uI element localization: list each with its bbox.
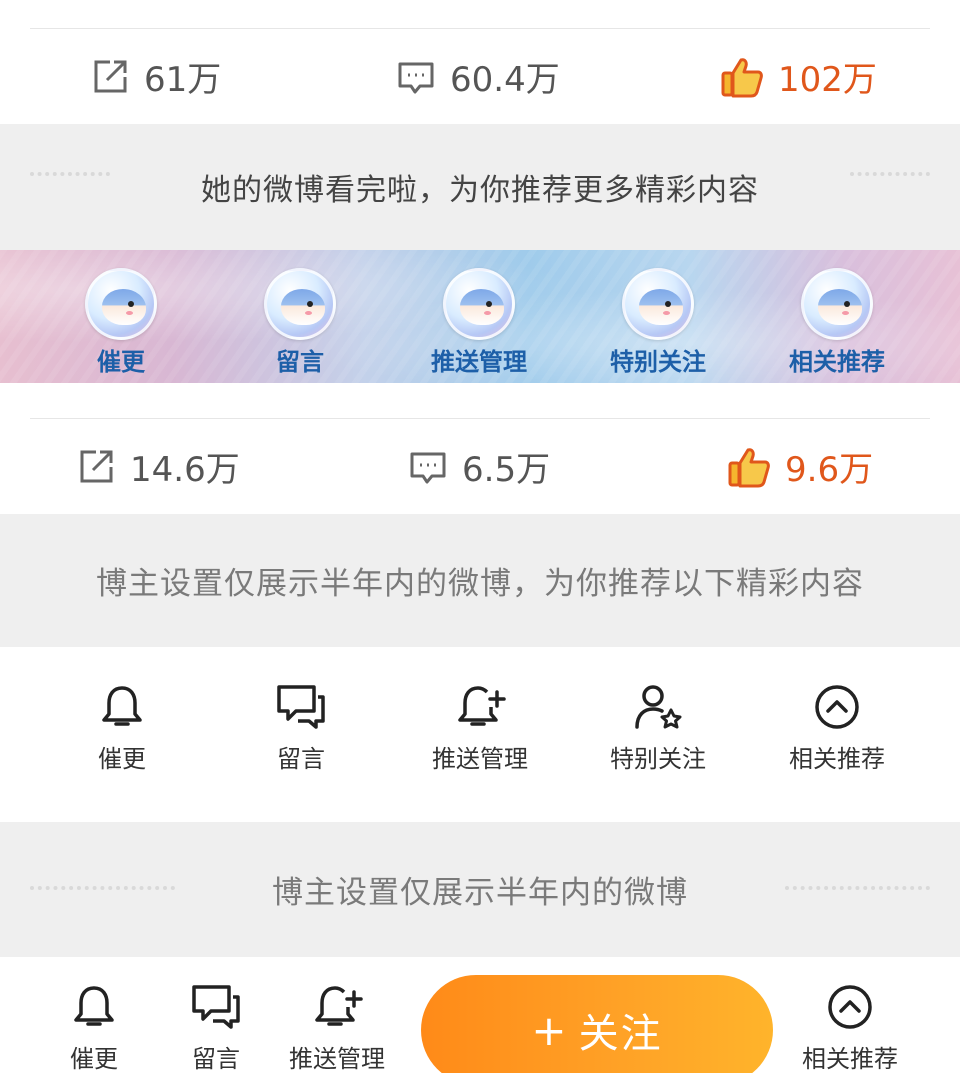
fish-avatar-icon <box>801 268 873 340</box>
themed-urge-button[interactable]: 催更 <box>46 268 196 377</box>
bell-plus-icon <box>315 986 363 1026</box>
repost-icon <box>80 450 113 482</box>
themed-message-button[interactable]: 留言 <box>225 268 375 377</box>
like-button[interactable]: 9.6万 <box>727 419 873 514</box>
urge-button[interactable]: 催更 <box>42 683 202 774</box>
special-follow-button[interactable]: 特别关注 <box>578 683 738 774</box>
plus-icon: + <box>531 1005 569 1055</box>
like-count: 102万 <box>778 60 877 100</box>
fish-avatar-icon <box>622 268 694 340</box>
comment-button[interactable]: 6.5万 <box>408 419 550 514</box>
message-button[interactable]: 留言 <box>221 683 381 774</box>
chat-bubbles-icon <box>277 685 325 729</box>
repost-icon <box>94 60 127 92</box>
themed-label: 留言 <box>276 348 324 376</box>
left-dots <box>30 886 175 890</box>
follow-label: 关注 <box>578 1011 663 1057</box>
themed-push-button[interactable]: 推送管理 <box>404 268 554 377</box>
related-recommend-label: 相关推荐 <box>789 745 885 773</box>
message-label: 留言 <box>277 745 325 773</box>
comment-count: 60.4万 <box>450 60 560 100</box>
follow-button[interactable]: + 关注 <box>421 975 773 1073</box>
bottom-related-label: 相关推荐 <box>802 1045 898 1073</box>
half-year-notice-text: 博主设置仅展示半年内的微博 <box>272 875 688 911</box>
like-button[interactable]: 102万 <box>720 29 877 124</box>
comment-count: 6.5万 <box>462 450 551 490</box>
thumbs-up-icon <box>721 57 763 97</box>
themed-label: 相关推荐 <box>789 348 885 376</box>
half-year-notice-banner: 博主设置仅展示半年内的微博 <box>0 822 960 957</box>
themed-label: 催更 <box>97 348 145 376</box>
urge-label: 催更 <box>98 745 146 773</box>
post-stats-row: 14.6万 6.5万 9.6万 <box>0 419 960 514</box>
bottom-push-settings-label: 推送管理 <box>289 1045 385 1073</box>
bottom-related-button[interactable]: 相关推荐 <box>770 983 930 1073</box>
repost-button[interactable]: 14.6万 <box>76 419 240 514</box>
left-dots <box>30 172 110 176</box>
themed-label: 推送管理 <box>431 348 527 376</box>
bell-icon <box>74 986 114 1026</box>
chevron-up-circle-icon <box>828 985 872 1029</box>
bell-plus-icon <box>458 686 506 726</box>
chat-bubbles-icon <box>192 985 240 1029</box>
repost-button[interactable]: 61万 <box>90 29 221 124</box>
related-recommend-button[interactable]: 相关推荐 <box>757 683 917 774</box>
push-settings-button[interactable]: 推送管理 <box>400 683 560 774</box>
like-count: 9.6万 <box>785 450 874 490</box>
special-follow-label: 特别关注 <box>610 745 706 773</box>
end-of-posts-text: 她的微博看完啦，为你推荐更多精彩内容 <box>201 173 759 208</box>
themed-related-button[interactable]: 相关推荐 <box>762 268 912 377</box>
right-dots <box>850 172 930 176</box>
fish-avatar-icon <box>264 268 336 340</box>
action-bar: 催更 留言 推送管理 特别关注 相关推荐 <box>0 655 960 822</box>
post-stats-row: 61万 60.4万 102万 <box>0 29 960 124</box>
themed-special-follow-button[interactable]: 特别关注 <box>583 268 733 377</box>
right-dots <box>785 886 930 890</box>
themed-label: 特别关注 <box>610 348 706 376</box>
chevron-up-circle-icon <box>815 685 859 729</box>
thumbs-up-icon <box>728 447 770 487</box>
push-settings-label: 推送管理 <box>432 745 528 773</box>
fish-avatar-icon <box>85 268 157 340</box>
user-star-icon <box>635 685 682 729</box>
comment-icon <box>398 62 434 93</box>
half-year-recommend-text: 博主设置仅展示半年内的微博，为你推荐以下精彩内容 <box>96 566 864 602</box>
bottom-push-settings-button[interactable]: 推送管理 <box>257 983 417 1073</box>
bell-icon <box>102 686 142 726</box>
comment-button[interactable]: 60.4万 <box>396 29 560 124</box>
repost-count: 14.6万 <box>130 450 240 490</box>
half-year-recommend-banner: 博主设置仅展示半年内的微博，为你推荐以下精彩内容 <box>0 514 960 647</box>
end-of-posts-banner: 她的微博看完啦，为你推荐更多精彩内容 <box>0 124 960 250</box>
repost-count: 61万 <box>144 60 222 100</box>
comment-icon <box>410 452 446 483</box>
themed-action-bar: 催更 留言 推送管理 特别关注 相关推荐 <box>0 250 960 383</box>
fish-avatar-icon <box>443 268 515 340</box>
